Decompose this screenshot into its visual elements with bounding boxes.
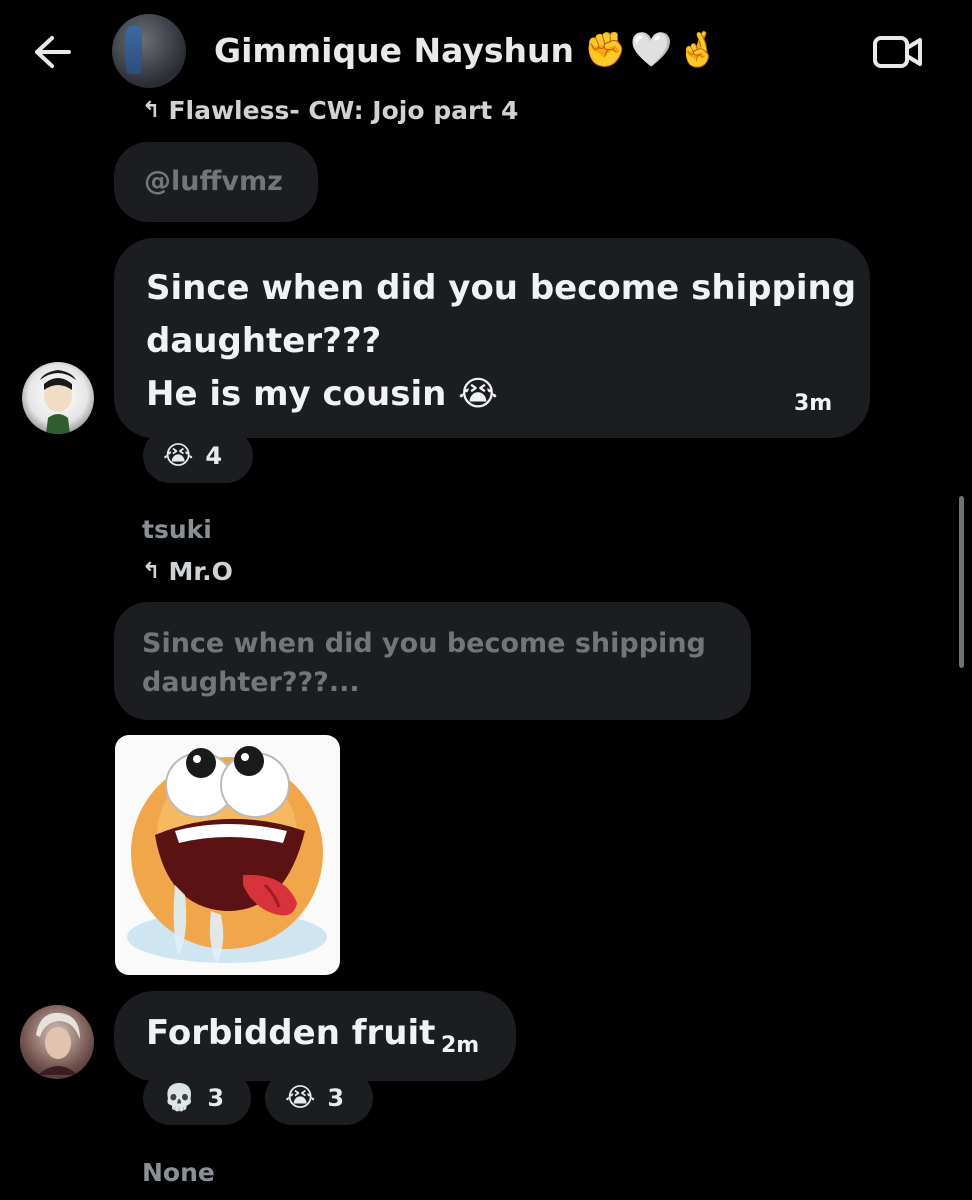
reaction-emoji: 💀 (163, 1083, 196, 1113)
video-camera-icon (873, 36, 922, 68)
message-line-2: daughter??? (146, 321, 382, 361)
character-avatar-image (36, 1012, 80, 1075)
sender-avatar[interactable] (22, 362, 94, 434)
message-time: 2m (441, 1033, 480, 1058)
message-line-3: He is my cousin 😭 (146, 374, 498, 414)
message-time: 3m (794, 391, 833, 416)
sender-avatar[interactable] (20, 1005, 94, 1079)
message-text: Since when did you become shipping daugh… (146, 262, 856, 421)
reaction-count: 3 (327, 1084, 345, 1112)
reaction-emoji: 😭 (285, 1083, 316, 1113)
chat-title-text: Gimmique Nayshun (214, 30, 574, 70)
reaction-count: 4 (205, 442, 223, 470)
quoted-text: @luffvmz (144, 166, 283, 197)
scrollbar[interactable] (959, 496, 964, 668)
reaction-chip[interactable]: 💀 3 (143, 1071, 251, 1125)
back-button[interactable] (22, 24, 82, 80)
quoted-line-1: Since when did you become shipping (142, 628, 706, 659)
quoted-message[interactable]: @luffvmz (114, 142, 318, 222)
sticker-image[interactable] (115, 735, 340, 975)
reply-context: ↰ Mr.O (142, 557, 233, 586)
reply-to-author: Mr.O (168, 557, 233, 586)
reaction-chip[interactable]: 😭 4 (143, 429, 253, 483)
reply-context: ↰ Flawless- CW: Jojo part 4 (142, 96, 518, 125)
message-bubble[interactable]: Forbidden fruit 2m (114, 991, 516, 1081)
reply-arrow-icon: ↰ (142, 559, 161, 584)
quoted-message[interactable]: Since when did you become shipping daugh… (114, 602, 751, 720)
message-bubble[interactable]: Since when did you become shipping daugh… (114, 238, 870, 438)
reaction-count: 3 (207, 1084, 225, 1112)
chat-title[interactable]: Gimmique Nayshun ✊🤍🤞 (214, 24, 723, 76)
group-avatar[interactable] (112, 14, 186, 88)
reply-arrow-icon: ↰ (142, 98, 161, 123)
sender-name: tsuki (142, 515, 212, 544)
arrow-left-icon (35, 36, 71, 68)
reaction-chip[interactable]: 😭 3 (265, 1071, 373, 1125)
chat-title-emojis: ✊🤍🤞 (583, 30, 723, 70)
message-line-1: Since when did you become shipping (146, 268, 857, 308)
message-text: Forbidden fruit (146, 1013, 436, 1053)
reply-to-author: Flawless- CW: Jojo part 4 (168, 96, 519, 125)
avatar-figure (126, 26, 142, 74)
quoted-line-2: daughter???... (142, 667, 360, 698)
drooling-emoji-sticker (127, 746, 327, 963)
video-call-button[interactable] (868, 28, 928, 76)
reaction-emoji: 😭 (163, 441, 194, 471)
anime-avatar-image (40, 370, 76, 434)
sender-name: None (142, 1158, 215, 1187)
